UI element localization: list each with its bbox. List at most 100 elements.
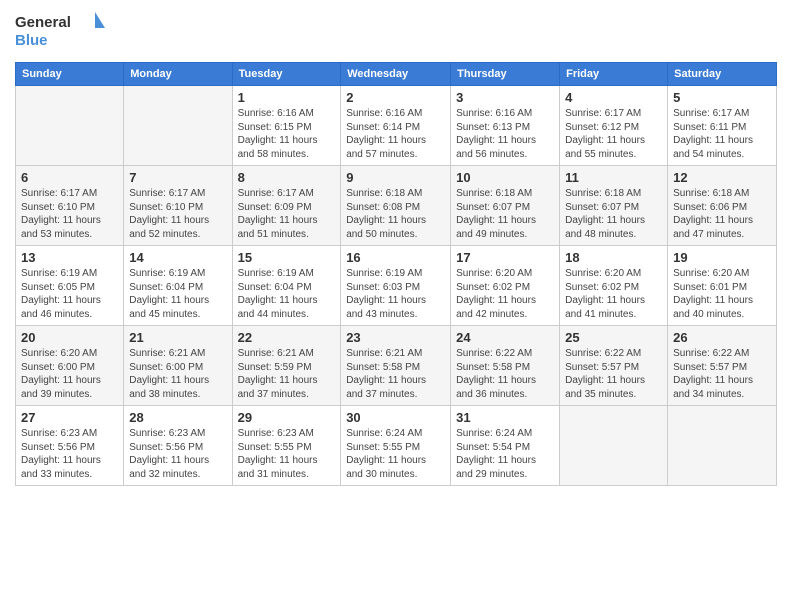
weekday-header-sunday: Sunday — [16, 63, 124, 86]
day-cell-31: 31Sunrise: 6:24 AMSunset: 5:54 PMDayligh… — [451, 406, 560, 486]
day-number: 15 — [238, 250, 336, 265]
day-cell-12: 12Sunrise: 6:18 AMSunset: 6:06 PMDayligh… — [668, 166, 777, 246]
day-cell-14: 14 Sunrise: 6:19 AMSunset: 6:04 PMDayligh… — [124, 246, 232, 326]
day-info: Sunrise: 6:23 AMSunset: 5:56 PMDaylight:… — [129, 427, 226, 481]
day-cell-18: 18Sunrise: 6:20 AMSunset: 6:02 PMDayligh… — [560, 246, 668, 326]
day-cell-20: 20 Sunrise: 6:20 AMSunset: 6:00 PMDayligh… — [16, 326, 124, 406]
day-number: 27 — [21, 410, 118, 425]
week-row-1: 1 Sunrise: 6:16 AMSunset: 6:15 PMDaylight… — [16, 86, 777, 166]
day-info: Sunrise: 6:19 AMSunset: 6:04 PMDaylight:… — [238, 267, 336, 321]
day-number: 20 — [21, 330, 118, 345]
day-info: Sunrise: 6:19 AMSunset: 6:03 PMDaylight:… — [346, 267, 445, 321]
day-info: Sunrise: 6:18 AMSunset: 6:08 PMDaylight:… — [346, 187, 445, 241]
day-number: 14 — [129, 250, 226, 265]
day-cell-9: 9 Sunrise: 6:18 AMSunset: 6:08 PMDaylight… — [341, 166, 451, 246]
day-info: Sunrise: 6:21 AMSunset: 5:58 PMDaylight:… — [346, 347, 445, 401]
day-number: 2 — [346, 90, 445, 105]
weekday-header-row: SundayMondayTuesdayWednesdayThursdayFrid… — [16, 63, 777, 86]
weekday-header-tuesday: Tuesday — [232, 63, 341, 86]
day-cell-6: 6 Sunrise: 6:17 AMSunset: 6:10 PMDaylight… — [16, 166, 124, 246]
day-cell-10: 10 Sunrise: 6:18 AMSunset: 6:07 PMDayligh… — [451, 166, 560, 246]
day-number: 24 — [456, 330, 554, 345]
logo: General Blue — [15, 10, 105, 52]
day-cell-13: 13 Sunrise: 6:19 AMSunset: 6:05 PMDayligh… — [16, 246, 124, 326]
day-info: Sunrise: 6:20 AMSunset: 6:02 PMDaylight:… — [565, 267, 662, 321]
day-cell-11: 11 Sunrise: 6:18 AMSunset: 6:07 PMDayligh… — [560, 166, 668, 246]
day-cell-5: 5 Sunrise: 6:17 AMSunset: 6:11 PMDaylight… — [668, 86, 777, 166]
day-info: Sunrise: 6:16 AMSunset: 6:15 PMDaylight:… — [238, 107, 336, 161]
day-info: Sunrise: 6:24 AMSunset: 5:55 PMDaylight:… — [346, 427, 445, 481]
day-cell-27: 27 Sunrise: 6:23 AMSunset: 5:56 PMDayligh… — [16, 406, 124, 486]
day-info: Sunrise: 6:20 AMSunset: 6:01 PMDaylight:… — [673, 267, 771, 321]
day-info: Sunrise: 6:16 AMSunset: 6:14 PMDaylight:… — [346, 107, 445, 161]
day-info: Sunrise: 6:23 AMSunset: 5:55 PMDaylight:… — [238, 427, 336, 481]
day-info: Sunrise: 6:17 AMSunset: 6:09 PMDaylight:… — [238, 187, 336, 241]
header: General Blue — [15, 10, 777, 52]
week-row-3: 13 Sunrise: 6:19 AMSunset: 6:05 PMDayligh… — [16, 246, 777, 326]
day-info: Sunrise: 6:16 AMSunset: 6:13 PMDaylight:… — [456, 107, 554, 161]
day-number: 12 — [673, 170, 771, 185]
day-number: 5 — [673, 90, 771, 105]
day-cell-25: 25Sunrise: 6:22 AMSunset: 5:57 PMDayligh… — [560, 326, 668, 406]
day-info: Sunrise: 6:22 AMSunset: 5:57 PMDaylight:… — [565, 347, 662, 401]
day-info: Sunrise: 6:19 AMSunset: 6:05 PMDaylight:… — [21, 267, 118, 321]
empty-cell — [560, 406, 668, 486]
day-cell-30: 30Sunrise: 6:24 AMSunset: 5:55 PMDayligh… — [341, 406, 451, 486]
day-info: Sunrise: 6:21 AMSunset: 6:00 PMDaylight:… — [129, 347, 226, 401]
weekday-header-thursday: Thursday — [451, 63, 560, 86]
day-cell-26: 26 Sunrise: 6:22 AMSunset: 5:57 PMDayligh… — [668, 326, 777, 406]
day-info: Sunrise: 6:17 AMSunset: 6:12 PMDaylight:… — [565, 107, 662, 161]
day-info: Sunrise: 6:18 AMSunset: 6:07 PMDaylight:… — [565, 187, 662, 241]
day-number: 29 — [238, 410, 336, 425]
day-info: Sunrise: 6:20 AMSunset: 6:02 PMDaylight:… — [456, 267, 554, 321]
day-number: 26 — [673, 330, 771, 345]
day-info: Sunrise: 6:23 AMSunset: 5:56 PMDaylight:… — [21, 427, 118, 481]
day-cell-29: 29 Sunrise: 6:23 AMSunset: 5:55 PMDayligh… — [232, 406, 341, 486]
day-cell-7: 7Sunrise: 6:17 AMSunset: 6:10 PMDaylight… — [124, 166, 232, 246]
day-number: 28 — [129, 410, 226, 425]
day-number: 13 — [21, 250, 118, 265]
day-number: 4 — [565, 90, 662, 105]
day-number: 1 — [238, 90, 336, 105]
day-info: Sunrise: 6:20 AMSunset: 6:00 PMDaylight:… — [21, 347, 118, 401]
day-info: Sunrise: 6:24 AMSunset: 5:54 PMDaylight:… — [456, 427, 554, 481]
day-number: 3 — [456, 90, 554, 105]
day-info: Sunrise: 6:22 AMSunset: 5:57 PMDaylight:… — [673, 347, 771, 401]
day-cell-22: 22Sunrise: 6:21 AMSunset: 5:59 PMDayligh… — [232, 326, 341, 406]
empty-cell — [668, 406, 777, 486]
day-info: Sunrise: 6:17 AMSunset: 6:10 PMDaylight:… — [129, 187, 226, 241]
calendar-table: SundayMondayTuesdayWednesdayThursdayFrid… — [15, 62, 777, 486]
week-row-4: 20 Sunrise: 6:20 AMSunset: 6:00 PMDayligh… — [16, 326, 777, 406]
day-number: 11 — [565, 170, 662, 185]
day-cell-28: 28 Sunrise: 6:23 AMSunset: 5:56 PMDayligh… — [124, 406, 232, 486]
day-info: Sunrise: 6:22 AMSunset: 5:58 PMDaylight:… — [456, 347, 554, 401]
svg-text:General: General — [15, 14, 71, 31]
day-cell-21: 21Sunrise: 6:21 AMSunset: 6:00 PMDayligh… — [124, 326, 232, 406]
day-number: 6 — [21, 170, 118, 185]
page: General Blue SundayMondayTuesdayWednesda… — [0, 0, 792, 612]
day-number: 17 — [456, 250, 554, 265]
day-info: Sunrise: 6:19 AMSunset: 6:04 PMDaylight:… — [129, 267, 226, 321]
day-cell-19: 19 Sunrise: 6:20 AMSunset: 6:01 PMDayligh… — [668, 246, 777, 326]
day-number: 10 — [456, 170, 554, 185]
day-number: 19 — [673, 250, 771, 265]
weekday-header-saturday: Saturday — [668, 63, 777, 86]
day-number: 8 — [238, 170, 336, 185]
day-number: 16 — [346, 250, 445, 265]
svg-text:Blue: Blue — [15, 32, 48, 49]
day-cell-1: 1 Sunrise: 6:16 AMSunset: 6:15 PMDaylight… — [232, 86, 341, 166]
day-cell-8: 8 Sunrise: 6:17 AMSunset: 6:09 PMDaylight… — [232, 166, 341, 246]
weekday-header-friday: Friday — [560, 63, 668, 86]
day-number: 9 — [346, 170, 445, 185]
day-cell-16: 16 Sunrise: 6:19 AMSunset: 6:03 PMDayligh… — [341, 246, 451, 326]
day-info: Sunrise: 6:18 AMSunset: 6:07 PMDaylight:… — [456, 187, 554, 241]
day-info: Sunrise: 6:17 AMSunset: 6:10 PMDaylight:… — [21, 187, 118, 241]
day-cell-15: 15 Sunrise: 6:19 AMSunset: 6:04 PMDayligh… — [232, 246, 341, 326]
day-info: Sunrise: 6:21 AMSunset: 5:59 PMDaylight:… — [238, 347, 336, 401]
day-info: Sunrise: 6:17 AMSunset: 6:11 PMDaylight:… — [673, 107, 771, 161]
week-row-2: 6 Sunrise: 6:17 AMSunset: 6:10 PMDaylight… — [16, 166, 777, 246]
day-number: 23 — [346, 330, 445, 345]
logo-svg: General Blue — [15, 10, 105, 52]
day-cell-17: 17 Sunrise: 6:20 AMSunset: 6:02 PMDayligh… — [451, 246, 560, 326]
empty-cell — [16, 86, 124, 166]
